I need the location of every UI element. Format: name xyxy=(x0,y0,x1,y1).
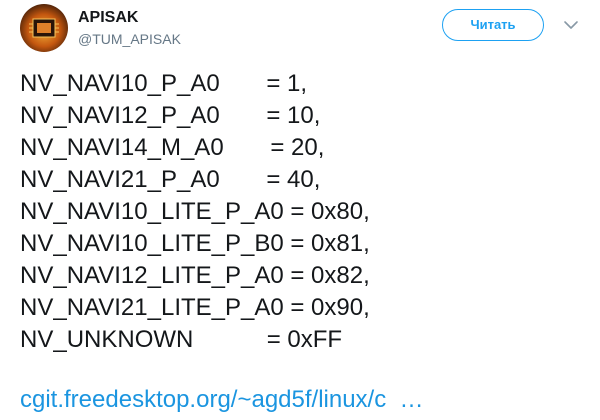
tweet-link[interactable]: cgit.freedesktop.org/~agd5f/linux/c … xyxy=(20,384,424,416)
tweet-text: NV_NAVI10_P_A0 = 1, NV_NAVI12_P_A0 = 10,… xyxy=(20,68,590,356)
tweet-text-line: NV_NAVI12_LITE_P_A0 = 0x82, xyxy=(20,262,370,289)
tweet-text-line: NV_UNKNOWN = 0xFF xyxy=(20,326,343,353)
tweet-text-line: NV_NAVI21_P_A0 = 40, xyxy=(20,166,321,193)
tweet-text-line: NV_NAVI10_P_A0 = 1, xyxy=(20,70,308,97)
gpu-chip-avatar-icon xyxy=(29,18,59,38)
tweet-text-line: NV_NAVI14_M_A0 = 20, xyxy=(20,134,325,161)
author-handle[interactable]: @TUM_APISAK xyxy=(78,30,181,48)
tweet-text-line: NV_NAVI10_LITE_P_A0 = 0x80, xyxy=(20,198,370,225)
tweet-text-line: NV_NAVI10_LITE_P_B0 = 0x81, xyxy=(20,230,370,257)
tweet-header: APISAK @TUM_APISAK Читать xyxy=(0,0,600,60)
tweet-text-line: NV_NAVI21_LITE_P_A0 = 0x90, xyxy=(20,294,370,321)
follow-button[interactable]: Читать xyxy=(442,9,544,41)
author-display-name[interactable]: APISAK xyxy=(78,8,181,28)
author-info: APISAK @TUM_APISAK xyxy=(78,8,181,48)
tweet-text-line: NV_NAVI12_P_A0 = 10, xyxy=(20,102,321,129)
chevron-down-icon[interactable] xyxy=(560,14,582,36)
avatar[interactable] xyxy=(20,4,68,52)
